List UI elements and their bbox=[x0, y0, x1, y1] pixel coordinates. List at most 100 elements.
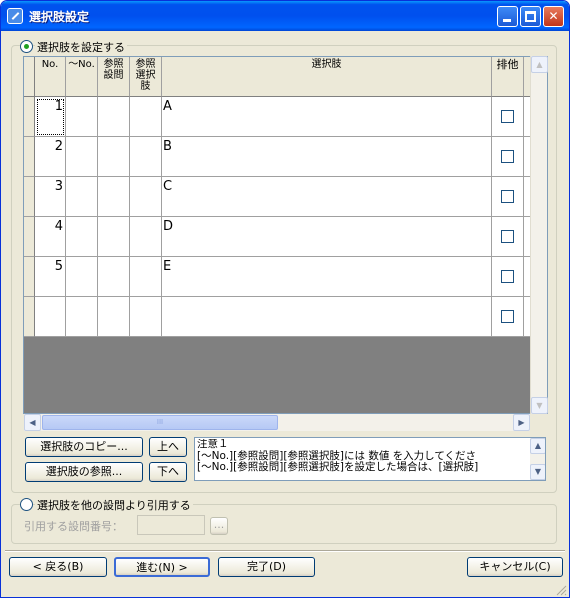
copy-options-button[interactable]: 選択肢のコピー... bbox=[25, 437, 143, 457]
col-header-option[interactable]: 選択肢 bbox=[162, 57, 492, 97]
back-button[interactable]: < 戻る(B) bbox=[9, 557, 107, 577]
reference-options-button[interactable]: 選択肢の参照... bbox=[25, 462, 143, 482]
cell-no[interactable]: 5 bbox=[35, 257, 66, 297]
cell-ref-option[interactable] bbox=[130, 257, 162, 297]
grid-vertical-scrollbar[interactable]: ▲ ▼ bbox=[530, 56, 548, 414]
cell-ref-question[interactable] bbox=[98, 217, 130, 257]
cite-question-number-input[interactable] bbox=[137, 515, 205, 535]
note-scrollbar[interactable]: ▲ ▼ bbox=[530, 438, 545, 480]
row-header[interactable] bbox=[24, 97, 35, 137]
note-textbox[interactable]: 注意１ [〜No.][参照設問][参照選択肢]には 数値 を入力してくださ [〜… bbox=[194, 437, 546, 481]
row-header[interactable] bbox=[24, 177, 35, 217]
scroll-up-button[interactable]: ▲ bbox=[530, 438, 545, 454]
cite-options-radio[interactable] bbox=[20, 498, 33, 511]
scroll-left-button[interactable]: ◀ bbox=[24, 414, 41, 431]
col-header-ref-question[interactable]: 参照 設問 bbox=[98, 57, 130, 97]
col-header-ref-question-line2: 設問 bbox=[103, 70, 124, 81]
table-row: 3 C bbox=[24, 177, 530, 217]
cell-option[interactable]: D bbox=[162, 217, 492, 257]
cell-to-no[interactable] bbox=[66, 257, 98, 297]
cell-no[interactable]: 3 bbox=[35, 177, 66, 217]
maximize-button[interactable] bbox=[520, 6, 541, 27]
cell-to-no[interactable] bbox=[66, 97, 98, 137]
cell-to-no[interactable] bbox=[66, 217, 98, 257]
cell-option[interactable]: E bbox=[162, 257, 492, 297]
scroll-down-button[interactable]: ▼ bbox=[530, 464, 545, 480]
col-header-exclusive[interactable]: 排他 bbox=[492, 57, 524, 97]
resize-grip-icon[interactable] bbox=[555, 584, 567, 596]
row-header[interactable] bbox=[24, 297, 35, 337]
cell-ref-option[interactable] bbox=[130, 217, 162, 257]
cell-to-no[interactable] bbox=[66, 137, 98, 177]
cell-no[interactable] bbox=[35, 297, 66, 337]
title-bar[interactable]: 選択肢設定 ✕ bbox=[1, 1, 569, 31]
table-row: 1 A bbox=[24, 97, 530, 137]
cell-exclusive bbox=[492, 177, 524, 217]
finish-button[interactable]: 完了(D) bbox=[218, 557, 315, 577]
options-grid: No. 〜No. 参照 設問 参照 選択 肢 選択肢 排他 1 A 2 B 3 … bbox=[23, 56, 548, 414]
close-button[interactable]: ✕ bbox=[543, 6, 564, 27]
next-button[interactable]: 進む(N) > bbox=[114, 557, 210, 577]
grid-horizontal-scrollbar[interactable]: ◀ III ▶ bbox=[24, 414, 530, 431]
col-header-ref-option-line1: 参照 bbox=[135, 59, 156, 70]
exclusive-checkbox[interactable] bbox=[501, 110, 514, 123]
move-up-button[interactable]: 上へ bbox=[149, 437, 187, 457]
row-header[interactable] bbox=[24, 217, 35, 257]
grid-header: No. 〜No. 参照 設問 参照 選択 肢 選択肢 排他 bbox=[24, 57, 530, 97]
minimize-icon bbox=[503, 19, 511, 22]
cell-ref-option[interactable] bbox=[130, 137, 162, 177]
footer-separator bbox=[5, 550, 565, 552]
focus-rect bbox=[37, 99, 64, 135]
note-line: 注意１ bbox=[197, 439, 229, 450]
cell-option[interactable] bbox=[162, 297, 492, 337]
cell-ref-question[interactable] bbox=[98, 257, 130, 297]
cell-ref-question[interactable] bbox=[98, 97, 130, 137]
cell-ref-question[interactable] bbox=[98, 297, 130, 337]
exclusive-checkbox[interactable] bbox=[501, 150, 514, 163]
cell-no[interactable]: 4 bbox=[35, 217, 66, 257]
exclusive-checkbox[interactable] bbox=[501, 270, 514, 283]
app-icon bbox=[7, 8, 23, 24]
note-line: [〜No.][参照設問][参照選択肢]を設定した場合は、[選択肢] bbox=[197, 461, 479, 473]
close-icon: ✕ bbox=[548, 9, 559, 23]
cell-exclusive bbox=[492, 97, 524, 137]
cell-to-no[interactable] bbox=[66, 177, 98, 217]
set-options-radio[interactable] bbox=[20, 40, 33, 53]
col-header-no[interactable]: No. bbox=[35, 57, 66, 97]
note-content: 注意１ [〜No.][参照設問][参照選択肢]には 数値 を入力してくださ [〜… bbox=[197, 439, 527, 474]
scroll-thumb[interactable]: III bbox=[42, 415, 278, 430]
cell-to-no[interactable] bbox=[66, 297, 98, 337]
cite-options-label: 選択肢を他の設問より引用する bbox=[35, 497, 193, 513]
scroll-up-button[interactable]: ▲ bbox=[531, 56, 548, 73]
cell-ref-option[interactable] bbox=[130, 97, 162, 137]
rowheader-corner bbox=[24, 57, 35, 97]
cell-ref-question[interactable] bbox=[98, 177, 130, 217]
cell-option[interactable]: A bbox=[162, 97, 492, 137]
row-header[interactable] bbox=[24, 137, 35, 177]
browse-button[interactable]: ... bbox=[210, 517, 228, 535]
cell-option[interactable]: B bbox=[162, 137, 492, 177]
col-header-ref-option[interactable]: 参照 選択 肢 bbox=[130, 57, 162, 97]
exclusive-checkbox[interactable] bbox=[501, 310, 514, 323]
cell-ref-question[interactable] bbox=[98, 137, 130, 177]
window-title: 選択肢設定 bbox=[29, 10, 90, 24]
cell-option[interactable]: C bbox=[162, 177, 492, 217]
row-header[interactable] bbox=[24, 257, 35, 297]
col-header-to-no[interactable]: 〜No. bbox=[66, 57, 98, 97]
dialog-window: 選択肢設定 ✕ 選択肢を設定する No. 〜No. 参照 設問 参照 選択 肢 bbox=[0, 0, 570, 598]
cell-exclusive bbox=[492, 137, 524, 177]
table-row: 5 E bbox=[24, 257, 530, 297]
scroll-right-button[interactable]: ▶ bbox=[513, 414, 530, 431]
exclusive-checkbox[interactable] bbox=[501, 190, 514, 203]
cancel-button[interactable]: キャンセル(C) bbox=[467, 557, 563, 577]
cell-ref-option[interactable] bbox=[130, 177, 162, 217]
cell-ref-option[interactable] bbox=[130, 297, 162, 337]
exclusive-checkbox[interactable] bbox=[501, 230, 514, 243]
move-down-button[interactable]: 下へ bbox=[149, 462, 187, 482]
cell-no[interactable]: 2 bbox=[35, 137, 66, 177]
cell-exclusive bbox=[492, 257, 524, 297]
set-options-label: 選択肢を設定する bbox=[35, 39, 127, 55]
cite-question-number-label: 引用する設問番号： bbox=[24, 520, 123, 533]
scroll-down-button[interactable]: ▼ bbox=[531, 397, 548, 414]
minimize-button[interactable] bbox=[497, 6, 518, 27]
